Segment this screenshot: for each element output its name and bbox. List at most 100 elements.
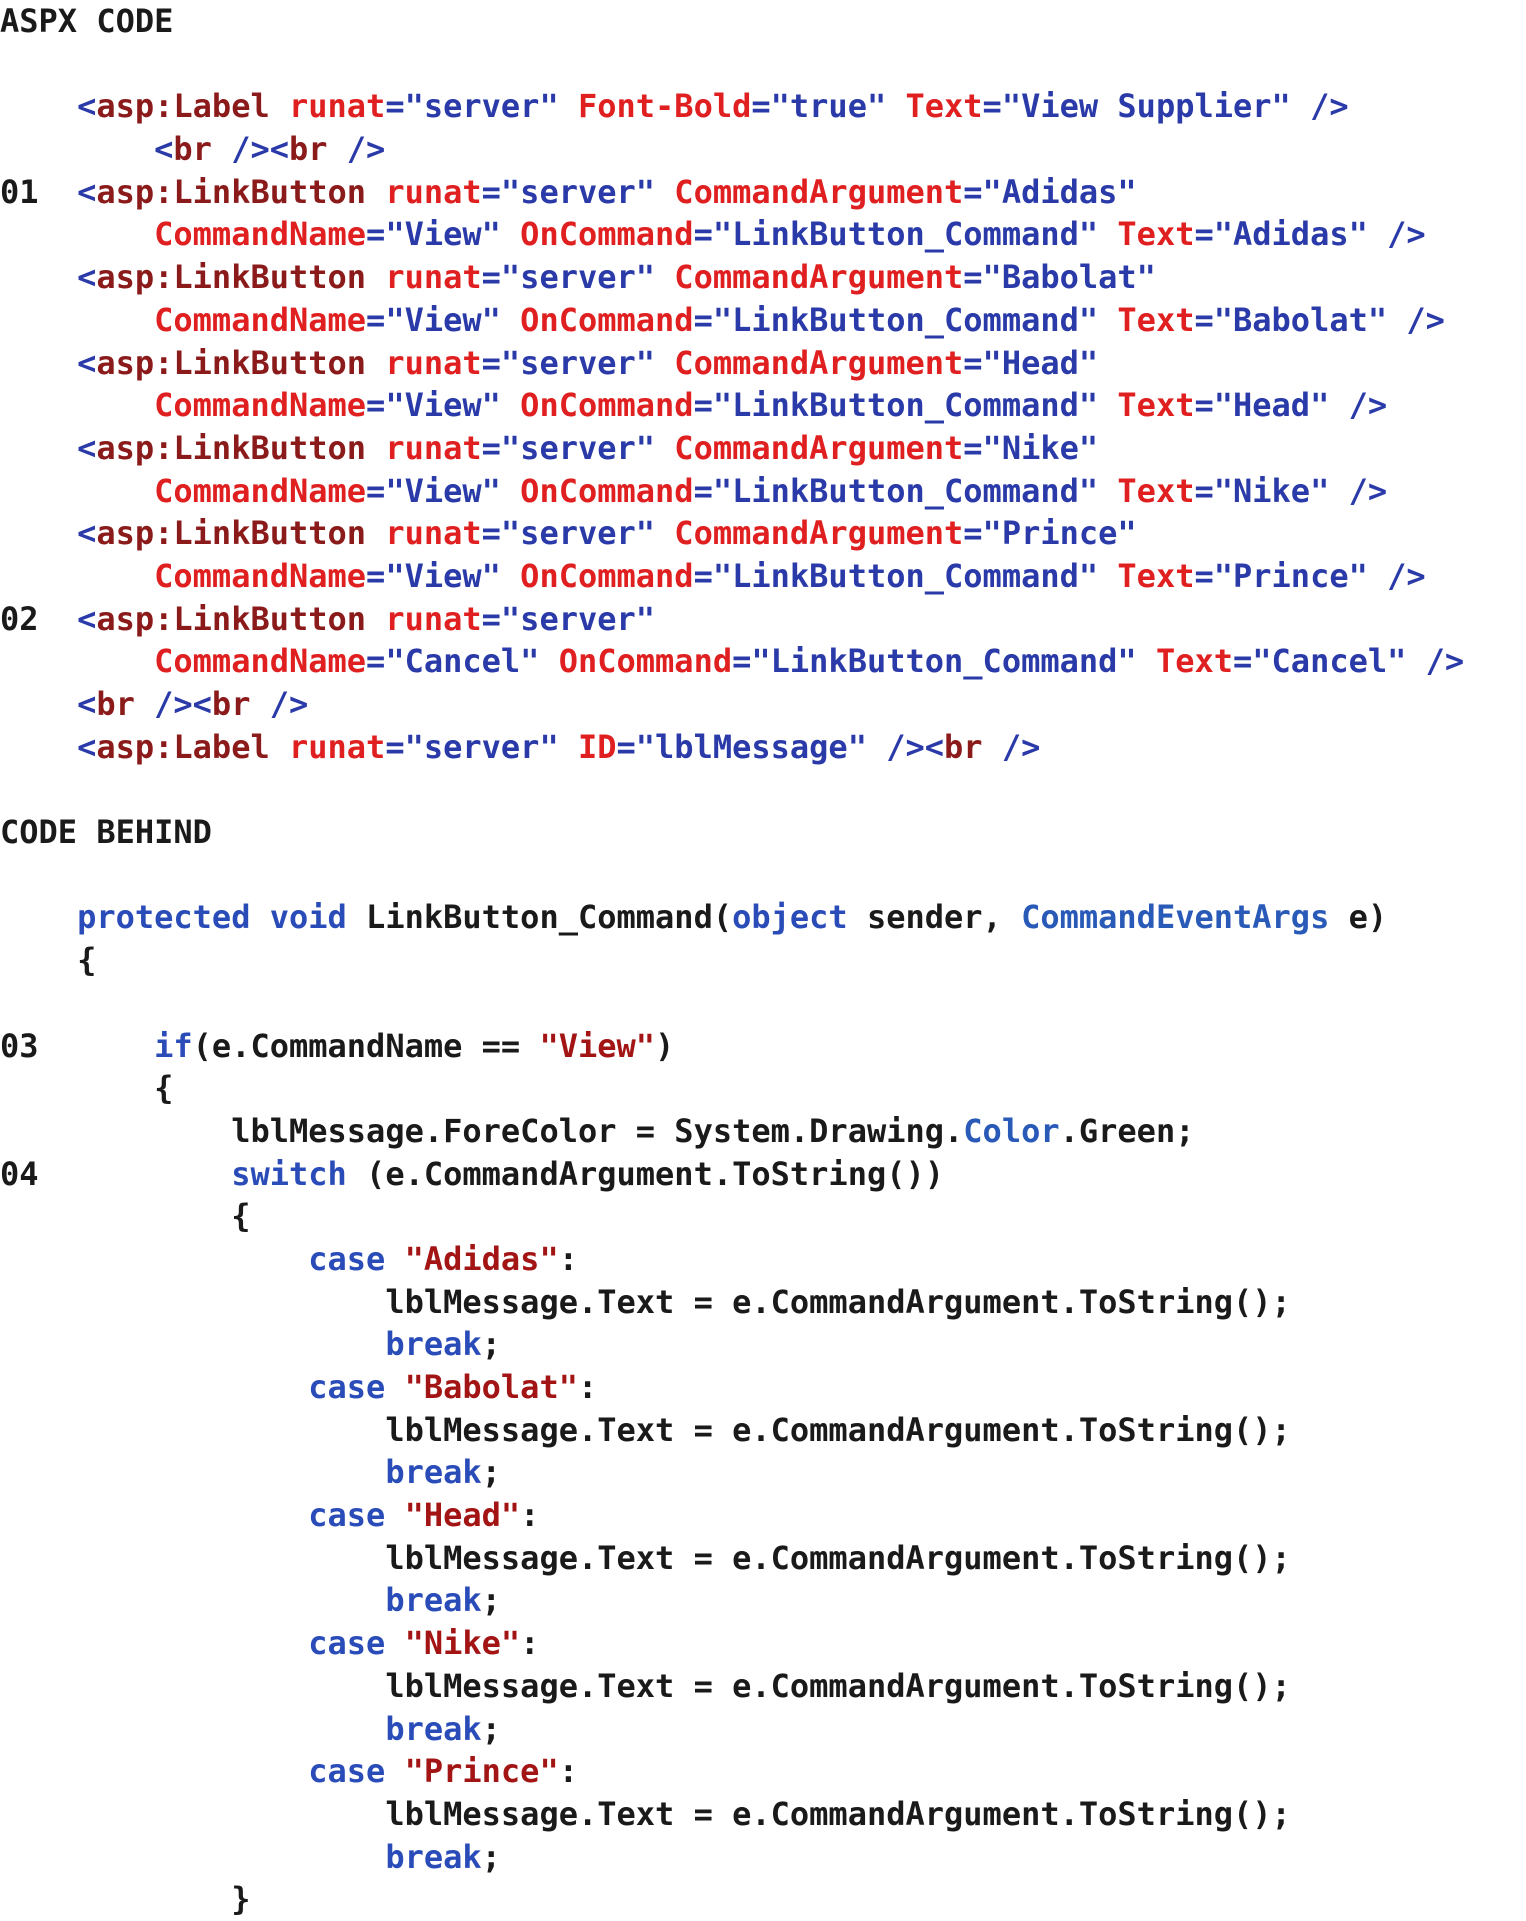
attribute-name: ID <box>577 727 617 766</box>
code-line: <br /><br /> <box>0 128 1464 171</box>
markup-tag: asp:Label <box>96 87 270 126</box>
code-text: : <box>577 1368 598 1406</box>
markup-delimiter: < <box>77 343 97 382</box>
code-line: lblMessage.Text = e.CommandArgument.ToSt… <box>0 1665 1464 1708</box>
code-line: case "Nike": <box>0 1622 1464 1665</box>
attribute-value: "Babolat" <box>1213 300 1388 339</box>
code-text: ; <box>481 1325 501 1364</box>
markup-delimiter: = <box>366 642 386 681</box>
code-line: lblMessage.Text = e.CommandArgument.ToSt… <box>0 1537 1464 1580</box>
code-line: CommandName="View" OnCommand="LinkButton… <box>0 555 1464 598</box>
markup-delimiter: = <box>366 300 386 339</box>
code-text: : <box>520 1624 540 1663</box>
attribute-value: "View" <box>385 300 501 339</box>
code-text: ; <box>481 1453 501 1492</box>
code-text: lblMessage.Text = e.CommandArgument.ToSt… <box>0 1538 1291 1577</box>
attribute-name: CommandArgument <box>674 428 964 467</box>
string-literal: "Head" <box>404 1496 521 1535</box>
markup-delimiter: = <box>481 343 501 382</box>
markup-delimiter: = <box>481 172 501 211</box>
markup-delimiter: = <box>366 386 386 425</box>
markup-delimiter: = <box>963 343 983 382</box>
code-line: <asp:LinkButton runat="server" CommandAr… <box>0 256 1464 299</box>
string-literal: "View" <box>539 1026 656 1065</box>
markup-delimiter: = <box>1194 471 1214 510</box>
markup-delimiter: = <box>963 258 983 297</box>
keyword: void <box>269 898 347 937</box>
attribute-name: runat <box>385 343 482 382</box>
code-text: ; <box>481 1581 501 1620</box>
code-line: 02 <asp:LinkButton runat="server" <box>0 598 1464 641</box>
code-line: case "Head": <box>0 1494 1464 1537</box>
attribute-value: "server" <box>500 343 656 382</box>
markup-delimiter: /> <box>346 130 386 169</box>
attribute-value: "server" <box>500 258 656 297</box>
attribute-value: "View" <box>385 215 501 254</box>
code-line: { <box>0 1067 1464 1110</box>
attribute-name: CommandArgument <box>674 258 964 297</box>
code-text: .Green; <box>1059 1111 1195 1150</box>
code-text: { <box>0 1197 251 1236</box>
markup-tag: asp:LinkButton <box>96 343 367 382</box>
attribute-value: "LinkButton_Command" <box>712 300 1099 339</box>
markup-tag: asp:LinkButton <box>96 514 367 553</box>
attribute-value: "server" <box>500 599 656 638</box>
code-text: } <box>0 1880 251 1919</box>
attribute-name: OnCommand <box>520 215 694 254</box>
keyword: break <box>385 1837 482 1876</box>
markup-delimiter: /> <box>1406 300 1445 339</box>
markup-delimiter: = <box>366 471 386 510</box>
code-line: <asp:Label runat="server" Font-Bold="tru… <box>0 85 1464 128</box>
attribute-name: Text <box>1117 386 1195 425</box>
attribute-name: runat <box>385 428 482 467</box>
markup-tag: br <box>211 685 251 723</box>
markup-tag: asp:Label <box>96 727 270 766</box>
keyword: break <box>385 1709 482 1748</box>
markup-delimiter: = <box>1194 556 1214 595</box>
section-heading: ASPX CODE <box>0 2 174 40</box>
code-line: 03 if(e.CommandName == "View") <box>0 1025 1464 1068</box>
markup-delimiter: < <box>77 685 97 723</box>
markup-delimiter: = <box>982 87 1002 126</box>
code-text: lblMessage.Text = e.CommandArgument.ToSt… <box>0 1794 1291 1833</box>
markup-delimiter: = <box>693 471 713 510</box>
attribute-value: "Head" <box>1213 386 1330 425</box>
attribute-name: Text <box>1117 300 1195 339</box>
code-line: ASPX CODE <box>0 0 1464 43</box>
code-text: : <box>558 1239 578 1278</box>
code-line: case "Adidas": <box>0 1238 1464 1281</box>
code-line: lblMessage.Text = e.CommandArgument.ToSt… <box>0 1793 1464 1836</box>
attribute-value: "Nike" <box>1213 471 1330 510</box>
markup-delimiter: < <box>77 258 97 297</box>
code-line: lblMessage.Text = e.CommandArgument.ToSt… <box>0 1281 1464 1324</box>
markup-tag: br <box>96 685 135 723</box>
code-line: break; <box>0 1451 1464 1494</box>
attribute-name: OnCommand <box>520 556 694 595</box>
code-text: lblMessage.Text = e.CommandArgument.ToSt… <box>0 1410 1291 1449</box>
attribute-value: "View Supplier" <box>1001 87 1291 126</box>
type-name: CommandEventArgs <box>1021 898 1330 937</box>
code-line: CommandName="View" OnCommand="LinkButton… <box>0 384 1464 427</box>
